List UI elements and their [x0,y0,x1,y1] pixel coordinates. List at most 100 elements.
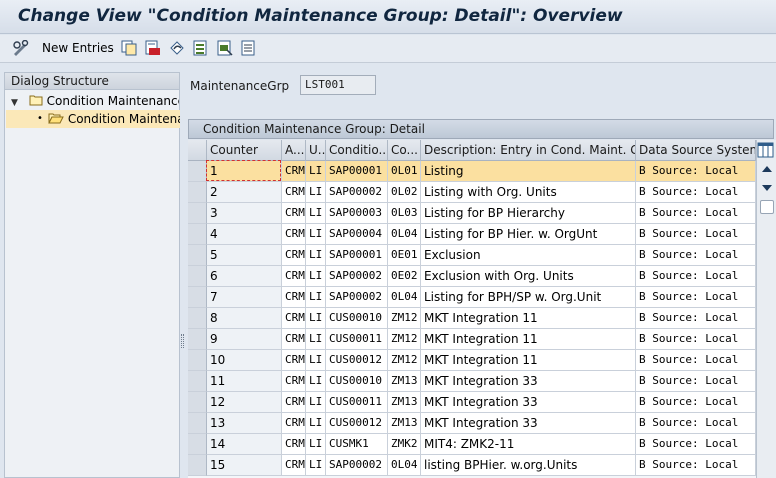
col-application-cell[interactable]: CRM [282,203,306,224]
col-condition-type-cell[interactable]: ZM12 [388,308,421,329]
row-selector[interactable] [188,329,207,350]
col-data-source-cell[interactable]: B Source: Local [636,371,756,392]
col-description-cell[interactable]: MKT Integration 33 [421,413,636,434]
col-description-cell[interactable]: Listing for BPH/SP w. Org.Unit [421,287,636,308]
col-condition-type-cell[interactable]: ZM13 [388,371,421,392]
col-data-source-cell[interactable]: B Source: Local [636,308,756,329]
col-condition-table-cell[interactable]: SAP00001 [326,245,388,266]
col-counter-cell[interactable]: 3 [207,203,282,224]
col-application-cell[interactable]: CRM [282,308,306,329]
col-counter-cell[interactable]: 12 [207,392,282,413]
col-condition-type-cell[interactable]: 0L04 [388,287,421,308]
col-description-cell[interactable]: listing BPHier. w.org.Units [421,455,636,476]
col-usage-header[interactable]: U... [306,140,326,161]
col-application-cell[interactable]: CRM [282,434,306,455]
undo-change-button[interactable] [169,39,185,57]
col-condition-type-cell[interactable]: ZM13 [388,413,421,434]
col-condition-table-cell[interactable]: CUS00012 [326,350,388,371]
col-condition-type-cell[interactable]: 0L03 [388,203,421,224]
col-counter-cell[interactable]: 14 [207,434,282,455]
col-counter-header[interactable]: Counter [207,140,282,161]
col-condition-type-cell[interactable]: ZM13 [388,392,421,413]
select-all-button[interactable] [193,39,209,57]
col-usage-cell[interactable]: LI [306,203,326,224]
col-condition-table-cell[interactable]: SAP00002 [326,266,388,287]
delete-button[interactable] [145,39,161,57]
col-description-cell[interactable]: Exclusion with Org. Units [421,266,636,287]
row-selector[interactable] [188,182,207,203]
col-condition-table-cell[interactable]: SAP00002 [326,455,388,476]
col-counter-cell[interactable]: 9 [207,329,282,350]
col-description-cell[interactable]: MKT Integration 11 [421,329,636,350]
row-selector[interactable] [188,161,207,182]
column-configuration-icon[interactable] [757,141,774,159]
col-application-cell[interactable]: CRM [282,182,306,203]
col-description-cell[interactable]: MKT Integration 11 [421,308,636,329]
tree-expand-icon[interactable]: ▼ [11,94,25,110]
col-data-source-cell[interactable]: B Source: Local [636,266,756,287]
col-application-cell[interactable]: CRM [282,413,306,434]
col-condition-table-cell[interactable]: SAP00002 [326,182,388,203]
col-condition-table-cell[interactable]: CUSMK1 [326,434,388,455]
col-usage-cell[interactable]: LI [306,350,326,371]
col-condition-table-cell[interactable]: CUS00011 [326,329,388,350]
row-selector[interactable] [188,392,207,413]
tree-item-condition-maintenance-group[interactable]: ▼ Condition Maintenance G [11,92,179,110]
col-usage-cell[interactable]: LI [306,455,326,476]
col-counter-cell[interactable]: 10 [207,350,282,371]
col-condition-type-cell[interactable]: 0L04 [388,224,421,245]
col-condition-table-cell[interactable]: CUS00010 [326,371,388,392]
col-usage-cell[interactable]: LI [306,371,326,392]
col-data-source-cell[interactable]: B Source: Local [636,392,756,413]
row-selector[interactable] [188,266,207,287]
col-usage-cell[interactable]: LI [306,161,326,182]
col-condition-table-cell[interactable]: CUS00010 [326,308,388,329]
col-description-cell[interactable]: Listing with Org. Units [421,182,636,203]
col-application-cell[interactable]: CRM [282,245,306,266]
col-condition-table-cell[interactable]: SAP00001 [326,161,388,182]
deselect-all-button[interactable] [241,39,257,57]
row-selector[interactable] [188,413,207,434]
col-application-cell[interactable]: CRM [282,266,306,287]
col-description-cell[interactable]: Listing for BP Hier. w. OrgUnt [421,224,636,245]
col-application-cell[interactable]: CRM [282,224,306,245]
col-usage-cell[interactable]: LI [306,392,326,413]
col-data-source-cell[interactable]: B Source: Local [636,434,756,455]
scroll-down-icon[interactable] [761,183,773,193]
col-condition-type-cell[interactable]: 0E01 [388,245,421,266]
vertical-scrollbar[interactable] [756,140,776,478]
row-selector[interactable] [188,308,207,329]
col-data-source-cell[interactable]: B Source: Local [636,287,756,308]
row-selector[interactable] [188,434,207,455]
col-usage-cell[interactable]: LI [306,308,326,329]
col-counter-cell[interactable]: 4 [207,224,282,245]
col-data-source-cell[interactable]: B Source: Local [636,455,756,476]
col-data-source-cell[interactable]: B Source: Local [636,224,756,245]
col-condition-table-cell[interactable]: CUS00011 [326,392,388,413]
col-application-cell[interactable]: CRM [282,350,306,371]
col-condition-table-header[interactable]: Conditio... [326,140,388,161]
row-selector[interactable] [188,287,207,308]
row-selector[interactable] [188,203,207,224]
col-usage-cell[interactable]: LI [306,413,326,434]
col-data-source-cell[interactable]: B Source: Local [636,350,756,371]
col-data-source-cell[interactable]: B Source: Local [636,245,756,266]
col-condition-table-cell[interactable]: CUS00012 [326,413,388,434]
col-counter-cell[interactable]: 7 [207,287,282,308]
col-condition-type-cell[interactable]: ZMK2 [388,434,421,455]
col-counter-cell[interactable]: 6 [207,266,282,287]
row-selector[interactable] [188,455,207,476]
col-description-cell[interactable]: Exclusion [421,245,636,266]
tree-item-condition-maintenance-detail[interactable]: • Condition Maintenan [6,110,180,128]
row-selector[interactable] [188,224,207,245]
select-block-button[interactable] [217,39,233,57]
col-application-cell[interactable]: CRM [282,455,306,476]
col-description-cell[interactable]: MKT Integration 33 [421,371,636,392]
col-condition-table-cell[interactable]: SAP00004 [326,224,388,245]
scroll-thumb[interactable] [760,200,774,214]
copy-as-button[interactable] [121,39,137,57]
col-application-cell[interactable]: CRM [282,371,306,392]
col-description-cell[interactable]: MKT Integration 11 [421,350,636,371]
col-counter-cell[interactable]: 1 [207,161,282,182]
col-counter-cell[interactable]: 8 [207,308,282,329]
